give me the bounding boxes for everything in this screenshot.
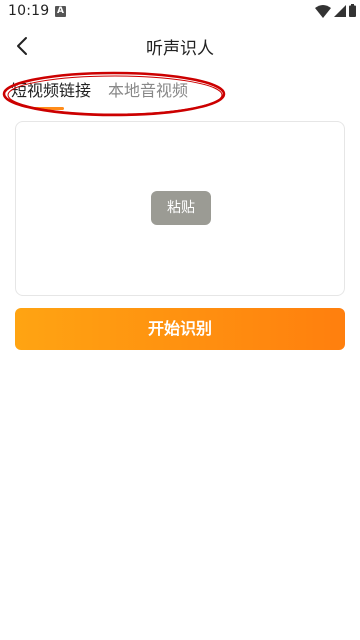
notification-icon: A — [55, 6, 66, 17]
start-recognition-button[interactable]: 开始识别 — [15, 308, 345, 350]
signal-icon — [334, 5, 346, 17]
app-header: 听声识人 — [0, 24, 360, 68]
status-bar: 10:19 A — [0, 0, 360, 24]
page-title: 听声识人 — [146, 39, 214, 59]
wifi-icon — [315, 5, 331, 18]
tab-indicator — [34, 107, 64, 110]
status-time: 10:19 — [8, 3, 50, 19]
link-input-area[interactable]: 粘贴 — [15, 121, 345, 296]
battery-icon — [349, 4, 356, 17]
tab-local-media[interactable]: 本地音视频 — [108, 78, 188, 114]
paste-button[interactable]: 粘贴 — [151, 191, 211, 225]
source-tabs: 短视频链接 本地音视频 — [0, 78, 360, 114]
